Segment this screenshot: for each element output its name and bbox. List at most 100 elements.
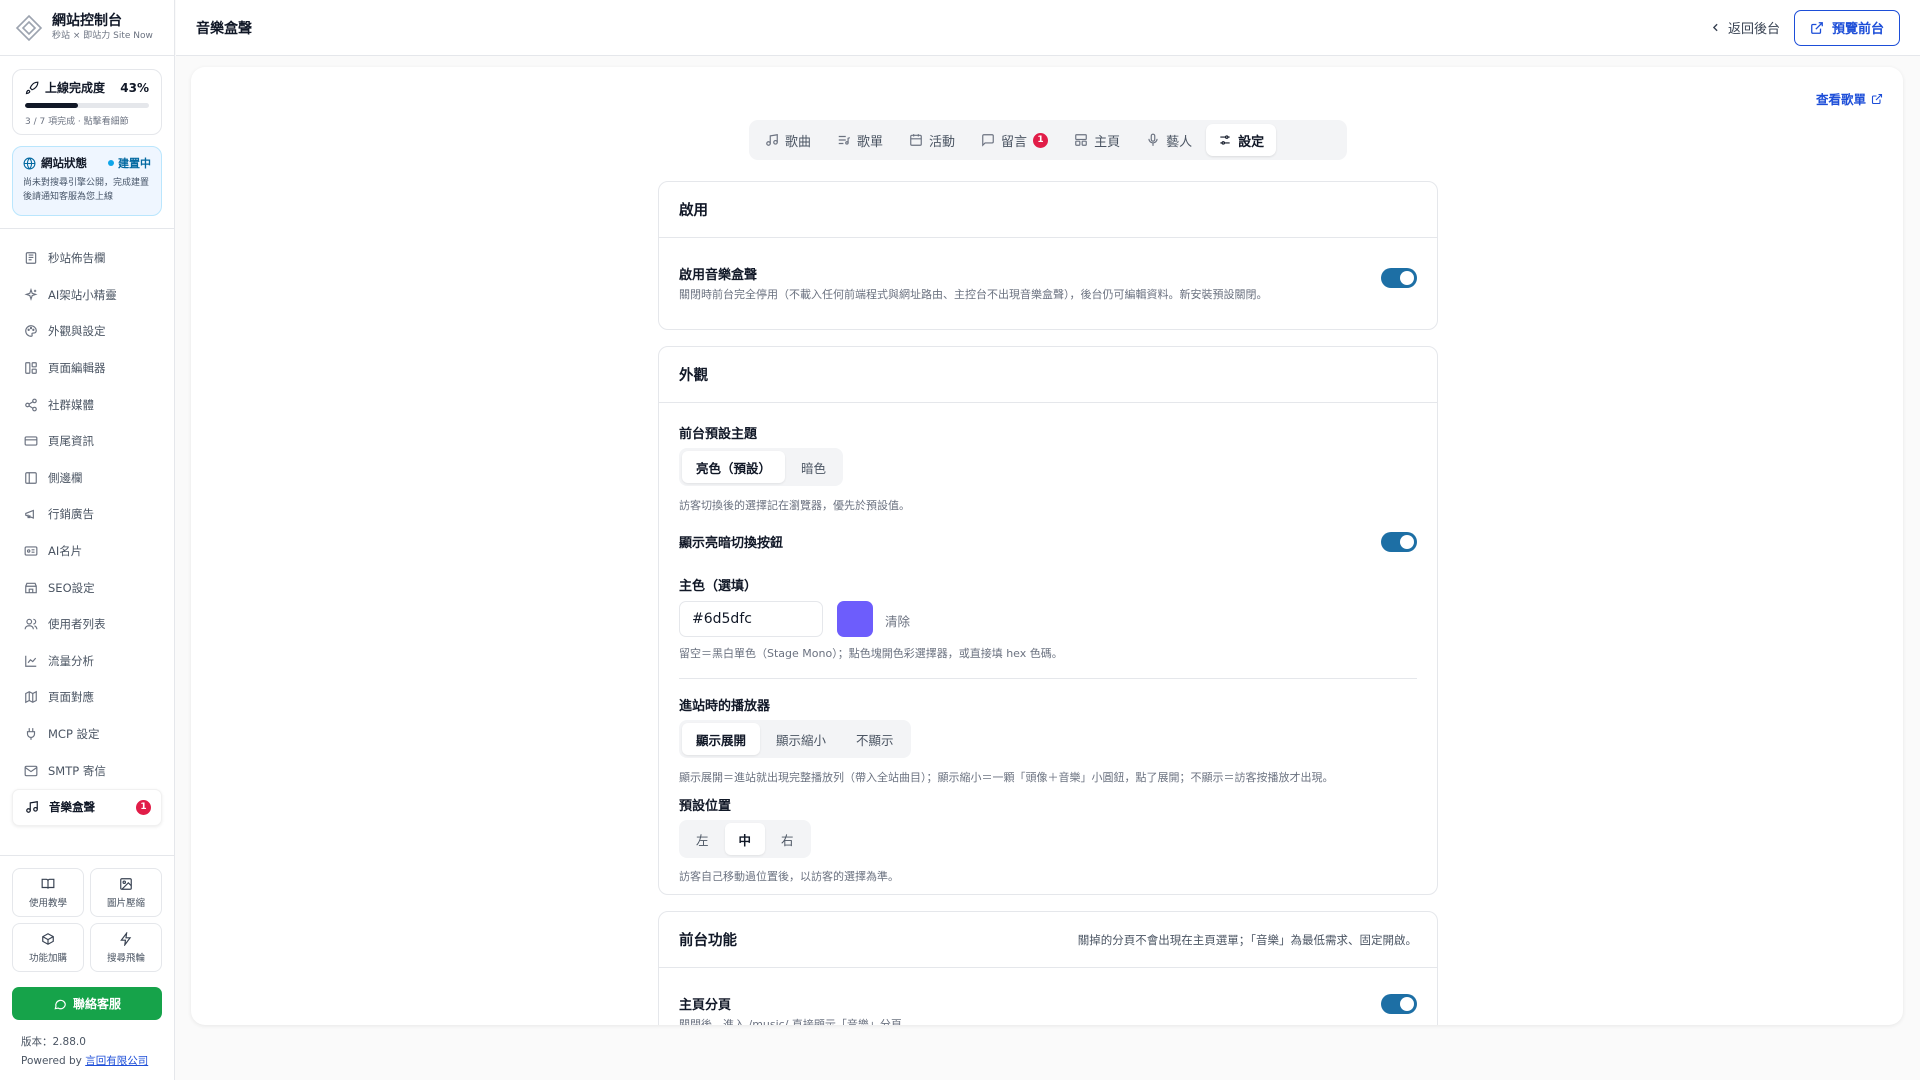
position-desc: 訪客自己移動過位置後，以訪客的選擇為準。 <box>679 870 899 883</box>
sidebar-divider <box>0 855 175 856</box>
powered-company-link[interactable]: 言回有限公司 <box>85 1055 148 1067</box>
tab-label: 留言 <box>1001 134 1028 150</box>
sidebar-item-label: MCP 設定 <box>48 727 100 742</box>
player-option-minimized[interactable]: 顯示縮小 <box>762 723 840 755</box>
tab-playlists[interactable]: 歌單 <box>825 124 895 156</box>
sidebar-nav: 秒站佈告欄 AI架站小精靈 外觀與設定 頁面編輯器 社群媒體 頁尾資訊 側邊欄 … <box>12 240 162 826</box>
sidebar-item-bulletin[interactable]: 秒站佈告欄 <box>12 240 162 277</box>
status-note: 尚未對搜尋引擎公開，完成建置後請通知客服為您上線 <box>23 178 150 202</box>
brand[interactable]: 網站控制台 秒站 × 即站力 Site Now <box>0 0 174 56</box>
topbar: 音樂盒聲 返回後台 預覽前台 <box>176 0 1920 56</box>
rocket-icon <box>25 81 39 94</box>
zap-icon <box>120 931 132 946</box>
tool-image-compress-button[interactable]: 圖片壓縮 <box>90 868 162 917</box>
sidebar-item-appearance[interactable]: 外觀與設定 <box>12 313 162 350</box>
home-tabs-title: 主頁分頁 <box>679 998 732 1013</box>
preview-label: 預覽前台 <box>1831 22 1884 37</box>
sliders-icon <box>1220 135 1230 145</box>
position-option-right[interactable]: 右 <box>767 823 808 855</box>
sidebar-item-smtp[interactable]: SMTP 寄信 <box>12 752 162 789</box>
chat-icon <box>54 999 66 1009</box>
mic-icon <box>1148 133 1158 146</box>
player-desc: 顯示展開＝進站就出現完整播放列（帶入全站曲目）；顯示縮小＝一顆「頭像＋音樂」小圓… <box>679 771 1334 784</box>
tool-label: 圖片壓縮 <box>106 897 145 909</box>
tab-artists[interactable]: 藝人 <box>1134 124 1204 156</box>
player-label: 進站時的播放器 <box>679 699 771 714</box>
color-label: 主色（選填） <box>679 579 758 594</box>
page-title: 音樂盒聲 <box>196 20 252 37</box>
launch-progress-card[interactable]: 上線完成度 43% 3 / 7 項完成 · 點擊看細節 <box>12 69 162 135</box>
color-hex-input[interactable]: #6d5dfc <box>679 601 823 637</box>
tool-addons-button[interactable]: 功能加購 <box>12 923 84 972</box>
tab-settings[interactable]: 設定 <box>1206 124 1277 156</box>
enable-music-box-toggle[interactable] <box>1381 268 1417 288</box>
sidebar-item-ai-builder[interactable]: AI架站小精靈 <box>12 277 162 314</box>
sidebar-item-ai-card[interactable]: AI名片 <box>12 533 162 570</box>
position-option-left[interactable]: 左 <box>682 823 723 855</box>
sidebar-item-label: 秒站佈告欄 <box>48 251 106 266</box>
frontend-features-section: 前台功能 關掉的分頁不會出現在主頁選單；「音樂」為最低需求、固定開啟。 主頁分頁… <box>658 911 1438 1025</box>
tool-search-flywheel-button[interactable]: 搜尋飛輪 <box>90 923 162 972</box>
sidebar-item-marketing[interactable]: 行銷廣告 <box>12 496 162 533</box>
sidebar-item-mcp[interactable]: MCP 設定 <box>12 716 162 753</box>
sidebar-icon <box>25 472 37 484</box>
tab-events[interactable]: 活動 <box>897 124 967 156</box>
clear-color-button[interactable]: 清除 <box>885 611 910 630</box>
sidebar-item-footer[interactable]: 頁尾資訊 <box>12 423 162 460</box>
tool-tutorial-button[interactable]: 使用教學 <box>12 868 84 917</box>
brand-logo-icon <box>14 13 44 43</box>
view-playlist-link[interactable]: 查看歌單 <box>1816 89 1883 108</box>
site-status-card[interactable]: 網站狀態 建置中 尚未對搜尋引擎公開，完成建置後請通知客服為您上線 <box>12 146 162 216</box>
player-option-expanded[interactable]: 顯示展開 <box>682 723 761 755</box>
theme-toggle-switch[interactable] <box>1381 532 1417 552</box>
sidebar-item-label: 使用者列表 <box>48 617 106 632</box>
sidebar-item-users[interactable]: 使用者列表 <box>12 606 162 643</box>
sidebar-item-label: AI名片 <box>48 544 83 559</box>
sidebar-item-music-box[interactable]: 音樂盒聲 1 <box>12 788 162 826</box>
back-to-admin-link[interactable]: 返回後台 <box>1709 18 1780 37</box>
store-icon <box>25 582 37 593</box>
frontend-section-title: 前台功能 <box>679 933 737 949</box>
music-note-icon <box>766 134 778 146</box>
newspaper-icon <box>25 252 37 265</box>
tab-label: 主頁 <box>1094 134 1121 150</box>
sidebar-item-seo[interactable]: SEO設定 <box>12 569 162 606</box>
progress-bar-fill <box>25 103 79 108</box>
tab-label: 藝人 <box>1166 134 1193 150</box>
sidebar-item-sidebar[interactable]: 側邊欄 <box>12 460 162 497</box>
sidebar: 網站控制台 秒站 × 即站力 Site Now 上線完成度 43% 3 / 7 … <box>0 0 175 1080</box>
contact-support-button[interactable]: 聯絡客服 <box>12 987 162 1020</box>
tab-songs[interactable]: 歌曲 <box>753 124 823 156</box>
brand-subtitle: 秒站 × 即站力 Site Now <box>52 31 153 41</box>
theme-option-dark[interactable]: 暗色 <box>787 451 840 483</box>
chevron-left-icon <box>1712 23 1718 32</box>
color-swatch-picker[interactable] <box>837 601 873 637</box>
section-divider <box>679 678 1417 679</box>
list-music-icon <box>838 135 851 145</box>
progress-label: 上線完成度 <box>45 81 106 95</box>
status-dot-icon <box>108 160 114 166</box>
appearance-section-title: 外觀 <box>659 347 1437 403</box>
preview-frontend-button[interactable]: 預覽前台 <box>1793 9 1900 46</box>
tab-messages[interactable]: 留言 1 <box>969 124 1060 156</box>
tab-label: 歌曲 <box>785 134 812 150</box>
home-tabs-toggle[interactable] <box>1381 994 1417 1014</box>
sparkles-icon <box>24 287 38 301</box>
player-option-hidden[interactable]: 不顯示 <box>842 723 908 755</box>
powered-prefix: Powered by <box>21 1055 86 1067</box>
sidebar-item-analytics[interactable]: 流量分析 <box>12 643 162 680</box>
contact-label: 聯絡客服 <box>72 997 121 1011</box>
sidebar-item-page-mapping[interactable]: 頁面對應 <box>12 679 162 716</box>
theme-option-light[interactable]: 亮色（預設） <box>682 451 786 483</box>
music-tabs: 歌曲 歌單 活動 留言 1 主頁 藝人 設定 <box>749 120 1347 160</box>
card-icon <box>24 436 38 446</box>
sidebar-item-social[interactable]: 社群媒體 <box>12 386 162 423</box>
version-info: 版本：2.88.0 Powered by 言回有限公司 <box>21 1033 148 1071</box>
sidebar-item-page-editor[interactable]: 頁面編輯器 <box>12 350 162 387</box>
position-option-center[interactable]: 中 <box>724 823 766 855</box>
status-badge-text: 建置中 <box>118 157 151 170</box>
sidebar-item-label: 音樂盒聲 <box>49 800 95 815</box>
player-segmented-control: 顯示展開 顯示縮小 不顯示 <box>679 720 911 758</box>
globe-icon <box>23 157 36 169</box>
tab-home[interactable]: 主頁 <box>1062 124 1132 156</box>
